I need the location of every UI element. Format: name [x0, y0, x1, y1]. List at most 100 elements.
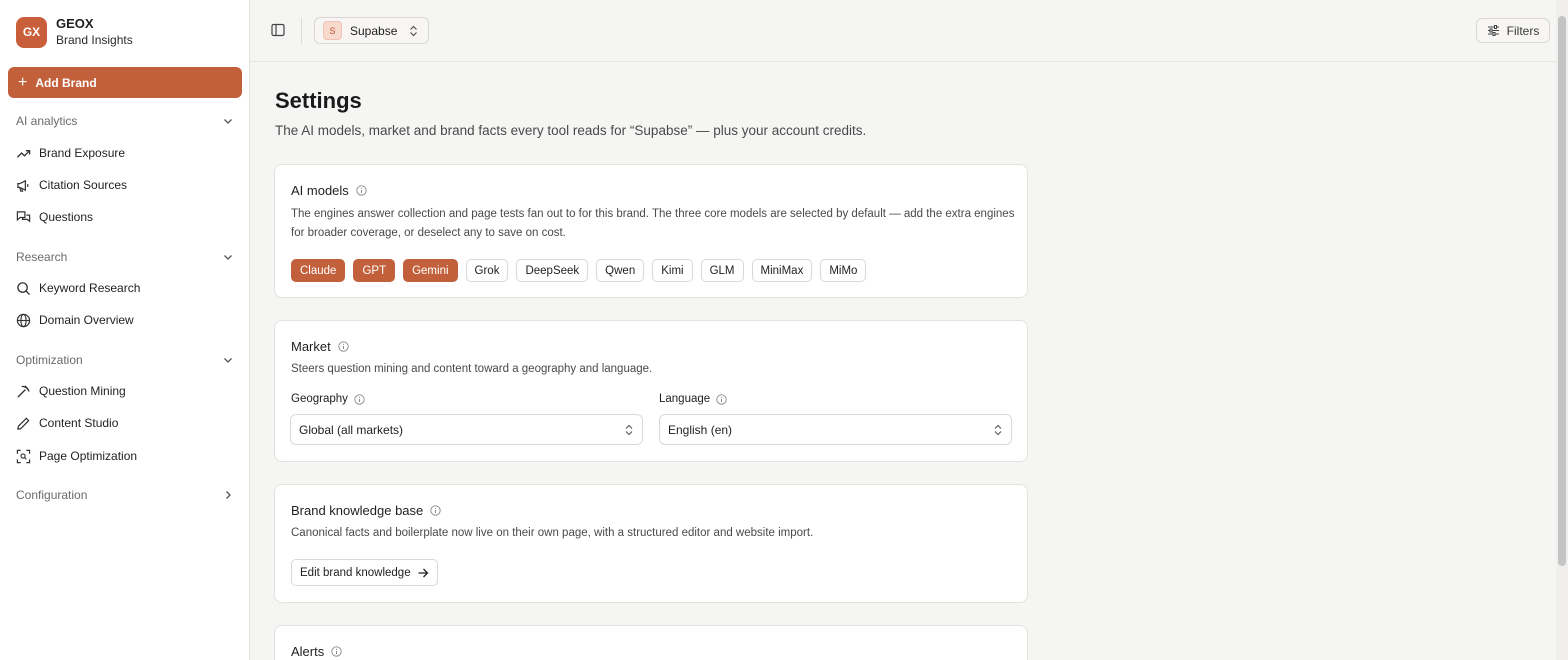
model-chip-minimax[interactable]: MiniMax	[751, 259, 813, 282]
sidebar-item-label: Questions	[39, 210, 94, 224]
section-label: Optimization	[16, 353, 83, 367]
language-select[interactable]: English (en)	[659, 414, 1012, 445]
sidebar-item-keyword-research[interactable]: Keyword Research	[16, 277, 234, 299]
knowledge-title-row: Brand knowledge base	[291, 503, 441, 518]
sliders-icon	[1487, 25, 1499, 36]
sidebar-item-content-studio[interactable]: Content Studio	[16, 412, 234, 434]
plus-icon: +	[18, 73, 28, 91]
geography-label-row: Geography	[291, 393, 365, 405]
section-label: Configuration	[16, 488, 88, 502]
app-name: GEOX	[56, 16, 94, 31]
info-icon[interactable]	[716, 393, 727, 405]
card-description: The engines answer collection and page t…	[291, 208, 1015, 239]
chevron-down-icon	[224, 358, 232, 363]
sidebar-item-label: Domain Overview	[39, 313, 134, 327]
card-title: AI models	[291, 183, 349, 198]
sidebar-item-brand-exposure[interactable]: Brand Exposure	[16, 142, 234, 164]
scrollbar[interactable]	[1556, 0, 1568, 660]
card-title: Alerts	[291, 644, 325, 659]
model-chip-mimo[interactable]: MiMo	[820, 259, 867, 282]
sidebar-item-question-mining[interactable]: Question Mining	[16, 380, 234, 402]
model-chip-claude[interactable]: Claude	[291, 259, 346, 282]
chevron-up-down-icon	[994, 424, 1002, 435]
section-label: AI analytics	[16, 114, 78, 128]
scan-icon	[16, 449, 31, 463]
sidebar-item-label: Page Optimization	[39, 449, 138, 463]
edit-brand-knowledge-label: Edit brand knowledge	[300, 566, 411, 579]
top-bar: S Supabse Filters	[250, 0, 1556, 62]
section-label: Research	[16, 250, 68, 264]
section-configuration[interactable]: Configuration	[16, 486, 234, 504]
language-label: Language	[659, 393, 711, 405]
brand-selector-label: Supabse	[350, 23, 398, 38]
chevron-right-icon	[226, 491, 231, 499]
language-label-row: Language	[659, 393, 727, 405]
card-description: Steers question mining and content towar…	[291, 363, 653, 375]
alerts-title-row: Alerts	[291, 644, 342, 659]
info-icon[interactable]	[430, 505, 441, 516]
section-research[interactable]: Research	[16, 248, 234, 266]
brand-selector[interactable]: S Supabse	[314, 17, 429, 44]
model-chip-gemini[interactable]: Gemini	[403, 259, 458, 282]
knowledge-card: Brand knowledge base Canonical facts and…	[274, 484, 1028, 603]
sidebar-item-label: Citation Sources	[39, 178, 128, 192]
sidebar-item-citation-sources[interactable]: Citation Sources	[16, 174, 234, 196]
sidebar-item-label: Content Studio	[39, 416, 119, 430]
model-chips: Claude GPT Gemini Grok DeepSeek Qwen Kim…	[291, 259, 867, 282]
geography-value: Global (all markets)	[299, 422, 404, 437]
card-title: Brand knowledge base	[291, 503, 424, 518]
section-ai-analytics[interactable]: AI analytics	[16, 112, 234, 130]
card-description: Canonical facts and boilerplate now live…	[291, 527, 814, 539]
geography-label: Geography	[291, 393, 348, 405]
app-logo: GX	[16, 16, 47, 48]
section-optimization[interactable]: Optimization	[16, 351, 234, 369]
page-title: Settings	[275, 88, 362, 113]
ai-models-card: AI models The engines answer collection …	[274, 164, 1028, 298]
info-icon[interactable]	[354, 393, 365, 405]
sidebar-item-questions[interactable]: Questions	[16, 206, 234, 228]
globe-icon	[16, 313, 31, 327]
market-card: Market Steers question mining and conten…	[274, 320, 1028, 462]
chevron-down-icon	[224, 119, 232, 124]
app-subtitle: Brand Insights	[56, 33, 133, 47]
model-chip-kimi[interactable]: Kimi	[652, 259, 693, 282]
info-icon[interactable]	[338, 341, 349, 352]
app-brand[interactable]: GX GEOX Brand Insights	[16, 16, 133, 48]
pen-icon	[17, 416, 30, 430]
model-chip-qwen[interactable]: Qwen	[596, 259, 645, 282]
alerts-card: Alerts	[274, 625, 1028, 660]
arrow-right-icon	[418, 568, 429, 577]
filters-label: Filters	[1506, 23, 1540, 38]
model-chip-grok[interactable]: Grok	[465, 259, 509, 282]
info-icon[interactable]	[356, 185, 367, 196]
sidebar-item-page-optimization[interactable]: Page Optimization	[16, 445, 234, 467]
ai-models-title-row: AI models	[291, 183, 367, 198]
add-brand-label: Add Brand	[35, 75, 97, 90]
chat-bubbles-icon	[16, 210, 31, 223]
sidebar: GX GEOX Brand Insights + Add Brand AI an…	[0, 0, 250, 660]
edit-brand-knowledge-button[interactable]: Edit brand knowledge	[291, 559, 438, 586]
chevron-up-down-icon	[410, 25, 418, 36]
language-value: English (en)	[668, 422, 733, 437]
search-icon	[17, 281, 31, 295]
sidebar-item-label: Question Mining	[39, 384, 126, 398]
model-chip-glm[interactable]: GLM	[700, 259, 744, 282]
chevron-up-down-icon	[625, 424, 633, 435]
scrollbar-thumb[interactable]	[1558, 16, 1566, 566]
filters-button[interactable]: Filters	[1476, 18, 1550, 43]
market-title-row: Market	[291, 339, 349, 354]
sidebar-toggle-icon[interactable]	[271, 23, 285, 37]
brand-badge: S	[323, 21, 342, 40]
add-brand-button[interactable]: + Add Brand	[8, 67, 242, 98]
model-chip-deepseek[interactable]: DeepSeek	[516, 259, 589, 282]
sidebar-item-domain-overview[interactable]: Domain Overview	[16, 309, 234, 331]
sidebar-item-label: Brand Exposure	[39, 146, 126, 160]
megaphone-icon	[17, 179, 29, 192]
divider	[301, 18, 302, 44]
model-chip-gpt[interactable]: GPT	[353, 259, 396, 282]
geography-select[interactable]: Global (all markets)	[290, 414, 643, 445]
page-subtitle: The AI models, market and brand facts ev…	[275, 123, 867, 138]
info-icon[interactable]	[331, 646, 342, 657]
trending-up-icon	[16, 149, 31, 158]
chevron-down-icon	[224, 255, 232, 260]
